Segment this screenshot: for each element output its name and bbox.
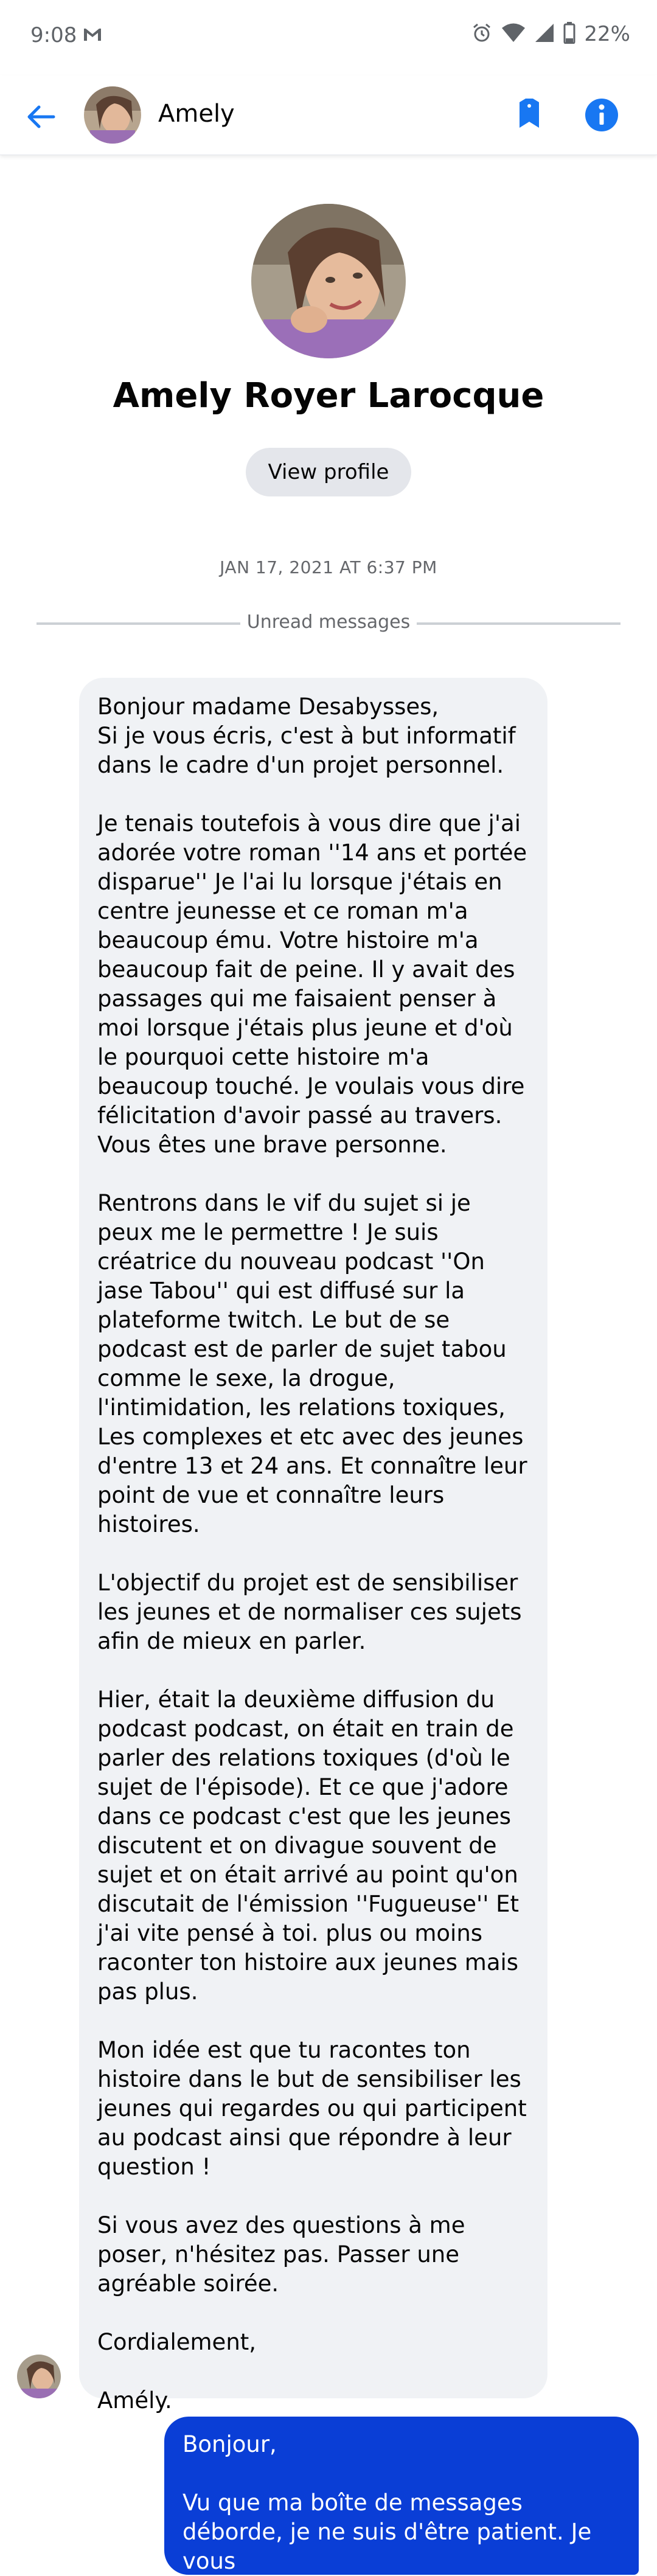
message-paragraph: Cordialement,: [97, 2329, 257, 2355]
tag-icon: [520, 99, 539, 128]
message-paragraph: L'objectif du projet est de sensibiliser…: [97, 1570, 522, 1654]
conversation-header: Amely: [0, 75, 657, 155]
status-time: 9:08: [30, 23, 77, 47]
view-profile-button[interactable]: View profile: [246, 448, 411, 496]
tag-button[interactable]: [511, 97, 548, 134]
status-bar: 9:08 22%: [0, 0, 657, 75]
contact-name[interactable]: Amely: [158, 100, 235, 128]
battery-icon: [563, 22, 575, 46]
wifi-icon: [501, 23, 526, 46]
profile-photo[interactable]: [251, 204, 406, 358]
incoming-message-bubble[interactable]: Bonjour madame Desabysses, Si je vous éc…: [79, 678, 548, 2414]
unread-divider: Unread messages: [36, 611, 620, 636]
outgoing-message-bubble[interactable]: Bonjour, Vu que ma boîte de messages déb…: [164, 2417, 639, 2575]
message-paragraph: Amély.: [97, 2387, 172, 2414]
cell-signal-icon: [534, 23, 555, 46]
alarm-icon: [471, 22, 493, 46]
profile-name: Amely Royer Larocque: [113, 376, 544, 416]
message-paragraph: Bonjour,: [182, 2431, 277, 2457]
divider-line: [417, 622, 620, 625]
message-timestamp: JAN 17, 2021 AT 6:37 PM: [220, 557, 437, 577]
message-paragraph: Hier, était la deuxième diffusion du pod…: [97, 1687, 520, 2005]
status-icons: 22%: [471, 22, 630, 46]
message-paragraph: Je tenais toutefois à vous dire que j'ai…: [97, 810, 527, 1158]
back-arrow-icon: [27, 105, 55, 128]
message-paragraph: Vu que ma boîte de messages déborde, je …: [182, 2490, 592, 2574]
message-paragraph: Si vous avez des questions à me poser, n…: [97, 2212, 465, 2297]
divider-line: [36, 622, 240, 625]
message-paragraph: Mon idée est que tu racontes ton histoir…: [97, 2037, 527, 2180]
battery-percent: 22%: [584, 22, 630, 46]
message-paragraph: Bonjour madame Desabysses, Si je vous éc…: [97, 694, 516, 778]
message-paragraph: Rentrons dans le vif du sujet si je peux…: [97, 1190, 527, 1537]
info-button[interactable]: [583, 96, 620, 134]
contact-avatar[interactable]: [84, 86, 141, 144]
sender-avatar[interactable]: [17, 2355, 61, 2398]
unread-label: Unread messages: [246, 611, 411, 633]
info-icon: [585, 99, 618, 131]
gmail-icon: [83, 27, 102, 45]
back-button[interactable]: [24, 100, 58, 134]
